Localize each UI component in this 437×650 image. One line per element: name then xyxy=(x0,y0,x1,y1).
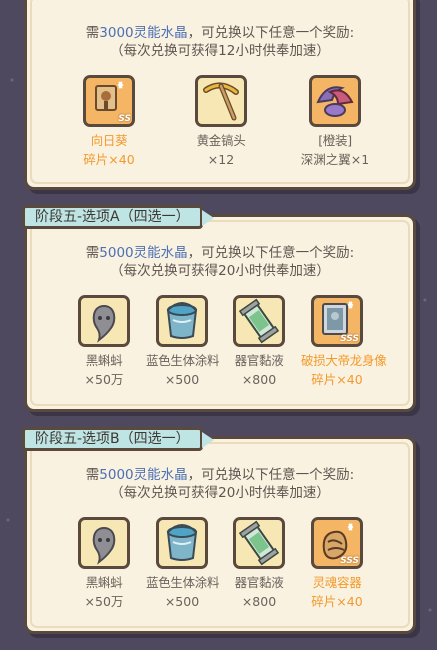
card-note: （每次兑换可获得20小时供奉加速） xyxy=(110,485,330,501)
reward-name: 器官黏液 xyxy=(234,575,284,590)
reward-quantity: ×500 xyxy=(164,594,200,609)
reward-name: 黑蝌蚪 xyxy=(85,353,123,368)
reward-item-blue-paint[interactable]: 蓝色生体涂料 ×500 xyxy=(146,295,220,389)
tadpole-icon xyxy=(78,295,130,347)
soul-container-fragment-icon: SSS xyxy=(311,517,363,569)
reward-card-previous-stage: 需3000灵能水晶，可兑换以下任意一个奖励: （每次兑换可获得12小时供奉加速）… xyxy=(24,0,416,190)
reward-name: 器官黏液 xyxy=(234,353,284,368)
stage-tab-option-b: 阶段五-选项B（四选一） xyxy=(22,427,214,451)
rarity-badge: SSS xyxy=(340,556,359,566)
reward-quantity: ×50万 xyxy=(84,372,124,387)
reward-name: 破损大帝龙身像 xyxy=(301,353,387,368)
organ-mucus-icon xyxy=(233,517,285,569)
stage-tab-option-a: 阶段五-选项A（四选一） xyxy=(22,205,214,229)
card-description: 需3000灵能水晶，可兑换以下任意一个奖励: xyxy=(85,25,355,41)
sunflower-fragment-icon: SS xyxy=(83,75,135,127)
reward-item-tadpole[interactable]: 黑蝌蚪 ×50万 xyxy=(68,517,140,611)
rarity-badge: SS xyxy=(118,114,131,124)
reward-item-organ-mucus[interactable]: 器官黏液 ×800 xyxy=(223,517,295,611)
reward-name: 向日葵 xyxy=(90,133,128,148)
reward-name: 灵魂容器 xyxy=(312,575,362,590)
reward-quantity: ×800 xyxy=(241,372,277,387)
reward-quantity: 碎片×40 xyxy=(311,372,363,387)
gold-pickaxe-icon xyxy=(195,75,247,127)
reward-name: 黑蝌蚪 xyxy=(85,575,123,590)
reward-card-option-b: 需5000灵能水晶，可兑换以下任意一个奖励: （每次兑换可获得20小时供奉加速）… xyxy=(24,436,416,634)
blue-paint-bucket-icon xyxy=(156,295,208,347)
reward-quantity: ×800 xyxy=(241,594,277,609)
reward-name: [橙装] xyxy=(318,133,352,148)
reward-item-sunflower[interactable]: SS 向日葵 碎片×40 xyxy=(73,75,145,169)
reward-quantity: 碎片×40 xyxy=(83,152,135,167)
reward-item-soul-container[interactable]: SSS 灵魂容器 碎片×40 xyxy=(301,517,373,611)
reward-quantity: 碎片×40 xyxy=(311,594,363,609)
abyss-wings-icon xyxy=(309,75,361,127)
reward-name: 蓝色生体涂料 xyxy=(146,353,220,368)
reward-quantity: ×50万 xyxy=(84,594,124,609)
reward-item-gold-pickaxe[interactable]: 黄金镐头 ×12 xyxy=(185,75,257,169)
stage-tab-label: 阶段五-选项B（四选一） xyxy=(35,431,190,447)
card-note: （每次兑换可获得12小时供奉加速） xyxy=(110,43,330,59)
reward-quantity: 深渊之翼×1 xyxy=(300,152,370,167)
rarity-badge: SSS xyxy=(340,334,359,344)
emperor-statue-fragment-icon: SSS xyxy=(311,295,363,347)
reward-item-organ-mucus[interactable]: 器官黏液 ×800 xyxy=(223,295,295,389)
tadpole-icon xyxy=(78,517,130,569)
card-description: 需5000灵能水晶，可兑换以下任意一个奖励: xyxy=(85,467,355,483)
stage-tab-label: 阶段五-选项A（四选一） xyxy=(35,209,190,225)
reward-name: 黄金镐头 xyxy=(196,133,246,148)
reward-item-emperor-statue[interactable]: SSS 破损大帝龙身像 碎片×40 xyxy=(301,295,387,389)
reward-quantity: ×12 xyxy=(207,152,235,167)
reward-item-tadpole[interactable]: 黑蝌蚪 ×50万 xyxy=(68,295,140,389)
reward-item-blue-paint[interactable]: 蓝色生体涂料 ×500 xyxy=(146,517,220,611)
blue-paint-bucket-icon xyxy=(156,517,208,569)
card-note: （每次兑换可获得20小时供奉加速） xyxy=(110,263,330,279)
card-description: 需5000灵能水晶，可兑换以下任意一个奖励: xyxy=(85,245,355,261)
reward-quantity: ×500 xyxy=(164,372,200,387)
reward-name: 蓝色生体涂料 xyxy=(146,575,220,590)
reward-item-abyss-wings[interactable]: [橙装] 深渊之翼×1 xyxy=(299,75,371,169)
organ-mucus-icon xyxy=(233,295,285,347)
reward-card-option-a: 需5000灵能水晶，可兑换以下任意一个奖励: （每次兑换可获得20小时供奉加速）… xyxy=(24,214,416,412)
